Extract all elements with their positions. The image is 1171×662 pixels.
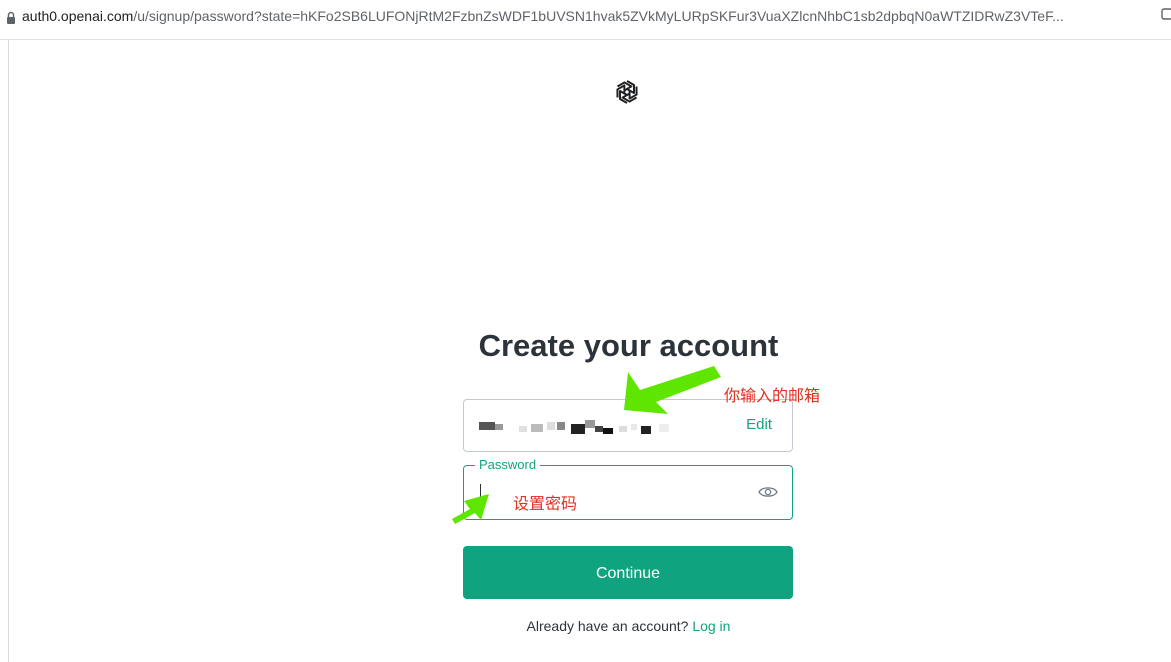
continue-button[interactable]: Continue bbox=[463, 546, 793, 599]
email-readonly-field: Edit bbox=[463, 399, 793, 452]
url-text[interactable]: auth0.openai.com/u/signup/password?state… bbox=[22, 8, 1064, 24]
email-annotation-note: 你输入的邮箱 bbox=[724, 388, 821, 405]
lock-icon bbox=[7, 11, 15, 24]
url-host: auth0.openai.com bbox=[22, 8, 134, 24]
url-path: /u/signup/password?state=hKFo2SB6LUFONjR… bbox=[133, 8, 1064, 24]
openai-logo-icon bbox=[616, 80, 638, 104]
password-label: Password bbox=[475, 457, 541, 472]
page-title: Create your account bbox=[478, 328, 779, 363]
extension-icon[interactable] bbox=[1161, 7, 1171, 21]
text-caret bbox=[480, 484, 481, 500]
login-link[interactable]: Log in bbox=[692, 618, 730, 634]
password-annotation-note: 设置密码 bbox=[513, 496, 578, 513]
email-masked-value bbox=[479, 420, 669, 434]
login-prompt-text: Already have an account? bbox=[526, 618, 689, 634]
address-bar[interactable]: auth0.openai.com/u/signup/password?state… bbox=[0, 0, 1171, 40]
window-edge bbox=[8, 40, 9, 662]
login-prompt-row: Already have an account? Log in bbox=[462, 618, 795, 634]
edit-email-link[interactable]: Edit bbox=[746, 416, 772, 433]
eye-icon[interactable] bbox=[758, 485, 778, 499]
